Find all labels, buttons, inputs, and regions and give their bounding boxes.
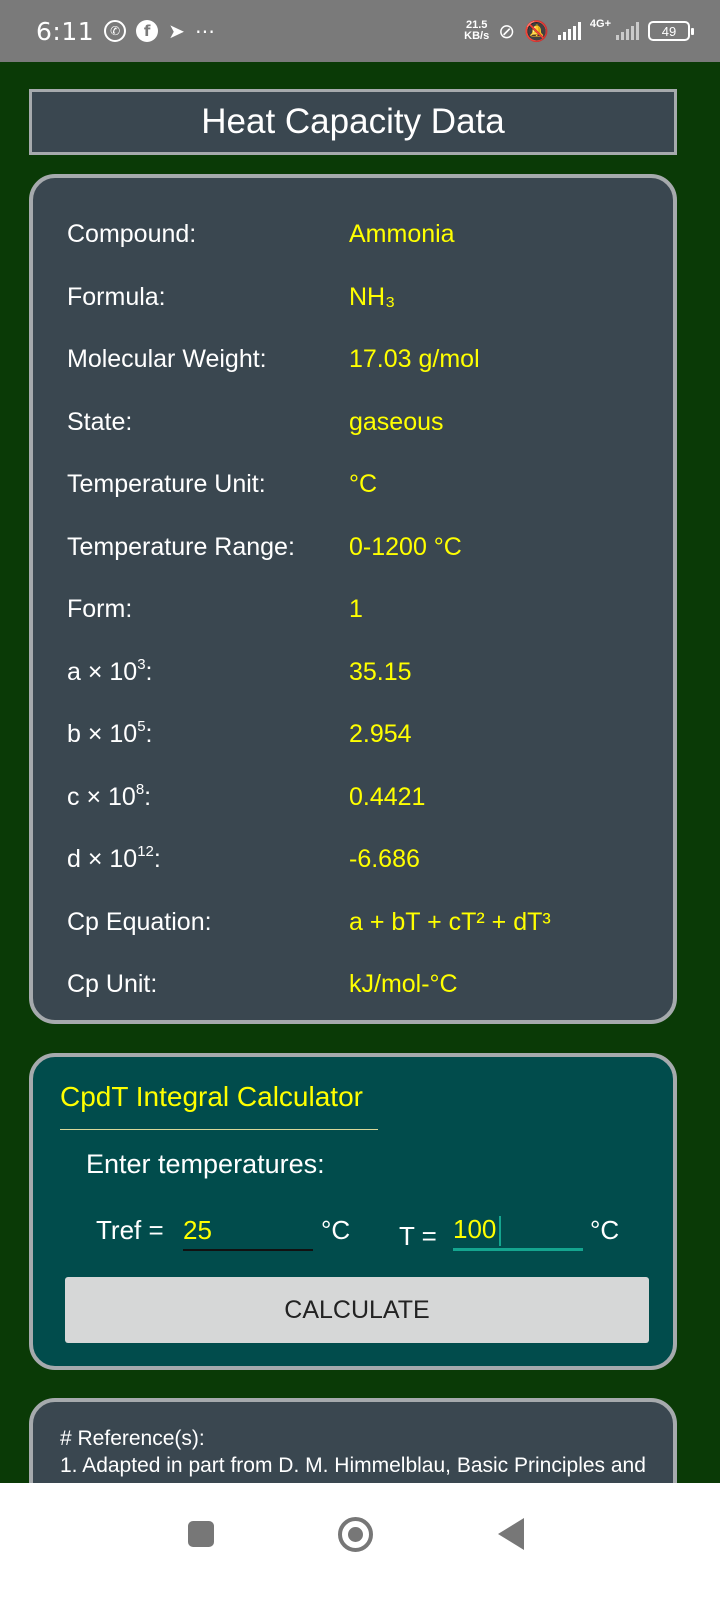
facebook-icon: f [136,20,159,42]
compound-label: Compound: [67,220,197,248]
more-notifications-icon: ⋯ [194,19,215,43]
coefficient-d-exponent: 12 [137,843,154,860]
coefficient-a-label-base: a × 10 [67,658,138,686]
temperature-range-label: Temperature Range: [67,533,295,561]
coefficient-c-row: c × 108: 0.4421 [67,777,653,817]
tref-unit: °C [321,1215,351,1245]
coefficient-c-exponent: 8 [135,781,145,798]
cp-equation-row: Cp Equation: a + bT + cT² + dT³ [67,902,653,942]
recent-apps-button[interactable] [188,1521,214,1547]
calculator-subtitle: Enter temperatures: [86,1149,325,1179]
calculator-title-divider [60,1129,378,1130]
temperature-unit-row: Temperature Unit: °C [67,464,653,504]
coefficient-a-exponent: 3 [137,656,146,673]
coefficient-a-row: a × 103: 35.15 [67,652,653,692]
formula-value: NH₃ [349,283,396,311]
coefficient-b-exponent: 5 [137,718,146,735]
temperature-range-row: Temperature Range: 0-1200 °C [67,527,653,567]
references-heading: # Reference(s): [60,1427,205,1450]
battery-level: 49 [661,23,677,39]
coefficient-d-row: d × 1012: -6.686 [67,839,653,879]
home-button[interactable] [338,1517,373,1552]
cp-unit-value: kJ/mol-°C [349,970,458,998]
coefficient-c-label-suffix: : [144,783,152,811]
calculator-title: CpdT Integral Calculator [60,1081,363,1112]
tref-input[interactable] [183,1211,313,1251]
network-type: 4G+ [589,18,611,30]
coefficient-c-label-base: c × 10 [67,783,136,811]
molecular-weight-label: Molecular Weight: [67,345,267,373]
formula-label: Formula: [67,283,166,311]
cp-equation-value: a + bT + cT² + dT³ [349,908,551,936]
formula-row: Formula: NH₃ [67,277,653,317]
state-row: State: gaseous [67,402,653,442]
page-title: Heat Capacity Data [201,102,505,141]
signal-icon-secondary [616,22,639,40]
muted-bell-icon: 🔕 [523,19,549,43]
t-label: T = [399,1221,437,1251]
cpdt-calculator-card: CpdT Integral Calculator Enter temperatu… [29,1053,677,1370]
text-cursor [499,1216,501,1246]
molecular-weight-row: Molecular Weight: 17.03 g/mol [67,339,653,379]
coefficient-b-row: b × 105: 2.954 [67,714,653,754]
status-bar: 6:11 ✆ f ➤ ⋯ 21.5 KB/s ⊘ 🔕 4G+ 49 [0,0,720,62]
temperature-unit-value: °C [349,470,378,498]
coefficient-b-label-suffix: : [145,720,153,748]
coefficient-d-value: -6.686 [349,845,420,873]
reference-item: 1. Adapted in part from D. M. Himmelblau… [60,1454,646,1477]
form-row: Form: 1 [67,589,653,629]
t-input[interactable] [453,1211,583,1251]
coefficient-d-label: d × 1012: [67,839,161,879]
tref-label: Tref = [96,1215,164,1245]
state-value: gaseous [349,408,444,436]
t-unit: °C [590,1215,620,1245]
page-title-box: Heat Capacity Data [29,89,677,155]
network-speed-unit: KB/s [464,30,490,42]
telegram-icon: ➤ [168,19,185,43]
coefficient-b-value: 2.954 [349,720,412,748]
whatsapp-icon: ✆ [104,20,127,42]
coefficient-b-label-base: b × 10 [67,720,138,748]
link-icon: ⊘ [498,19,515,43]
coefficient-b-label: b × 105: [67,714,153,754]
cp-unit-label: Cp Unit: [67,970,158,998]
coefficient-c-label: c × 108: [67,777,151,817]
back-button[interactable] [498,1518,524,1550]
temperature-range-value: 0-1200 °C [349,533,462,561]
network-speed: 21.5 KB/s [464,20,489,42]
signal-icon [557,22,581,40]
compound-data-card: Compound: Ammonia Formula: NH₃ Molecular… [29,174,677,1024]
coefficient-d-label-base: d × 10 [67,845,138,873]
form-label: Form: [67,595,133,623]
compound-value: Ammonia [349,220,455,248]
coefficient-a-value: 35.15 [349,658,412,686]
state-label: State: [67,408,133,436]
system-navigation-bar [0,1483,720,1600]
molecular-weight-value: 17.03 g/mol [349,345,480,373]
compound-row: Compound: Ammonia [67,214,653,254]
cp-equation-label: Cp Equation: [67,908,212,936]
coefficient-c-value: 0.4421 [349,783,426,811]
coefficient-a-label: a × 103: [67,652,153,692]
battery-icon: 49 [648,21,694,41]
cp-unit-row: Cp Unit: kJ/mol-°C [67,964,653,1004]
coefficient-d-label-suffix: : [153,845,161,873]
form-value: 1 [349,595,363,623]
coefficient-a-label-suffix: : [145,658,153,686]
calculate-button[interactable]: CALCULATE [65,1277,649,1343]
temperature-unit-label: Temperature Unit: [67,470,266,498]
clock: 6:11 [36,16,95,46]
